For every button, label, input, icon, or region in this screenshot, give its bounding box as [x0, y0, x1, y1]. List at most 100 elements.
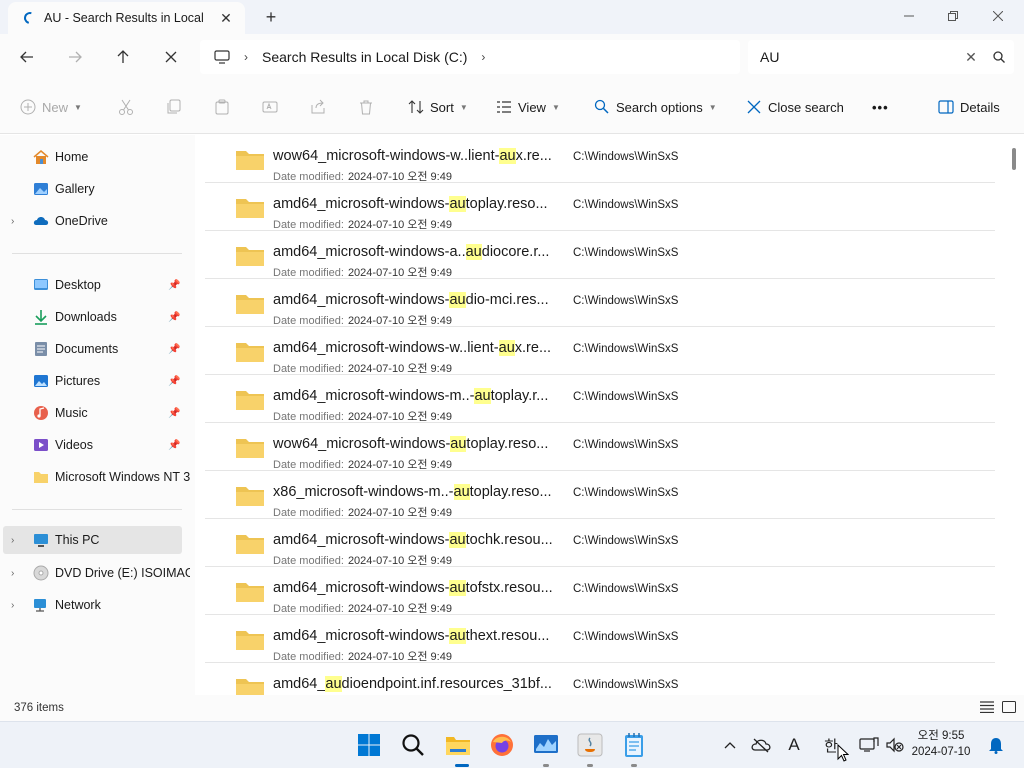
sidebar-item-network[interactable]: › Network — [0, 591, 190, 619]
delete-button[interactable] — [358, 96, 380, 118]
new-button[interactable]: New ▼ — [20, 96, 82, 118]
list-item[interactable]: wow64_microsoft-windows-autoplay.reso...… — [205, 423, 995, 471]
tab-search-results[interactable]: AU - Search Results in Local ✕ — [8, 2, 245, 34]
rename-button[interactable] — [262, 96, 284, 118]
network-status-icon[interactable] — [858, 734, 880, 756]
list-item[interactable]: amd64_microsoft-windows-m..-autoplay.r..… — [205, 375, 995, 423]
pin-icon[interactable]: 📌 — [168, 280, 180, 291]
file-name[interactable]: amd64_microsoft-windows-autochk.resou... — [273, 532, 553, 548]
show-hidden-icons-chevron-icon[interactable] — [722, 734, 738, 756]
file-name[interactable]: wow64_microsoft-windows-autoplay.reso... — [273, 436, 548, 452]
pin-icon[interactable]: 📌 — [168, 312, 180, 323]
date-modified-value: 2024-07-10 오전 9:49 — [347, 363, 452, 375]
start-button[interactable] — [354, 730, 384, 760]
sidebar-item-home[interactable]: Home — [0, 143, 190, 171]
search-input[interactable]: AU ✕ — [748, 40, 1014, 74]
clear-search-icon[interactable]: ✕ — [958, 49, 984, 66]
sidebar-item-this-pc[interactable]: › This PC — [3, 526, 182, 554]
restore-button[interactable] — [930, 0, 976, 32]
sidebar-item-microsoft-windows-nt[interactable]: Microsoft Windows NT 3 — [0, 463, 190, 491]
file-name[interactable]: amd64_microsoft-windows-m..-autoplay.r..… — [273, 388, 548, 404]
folder-icon — [235, 293, 265, 315]
copy-button[interactable] — [166, 96, 188, 118]
minimize-button[interactable] — [886, 0, 932, 32]
file-meta: Date modified: 2024-07-10 오전 9:49 — [273, 504, 452, 520]
folder-icon — [235, 245, 265, 267]
list-item[interactable]: amd64_audioendpoint.inf.resources_31bf..… — [205, 663, 995, 695]
up-button[interactable] — [108, 42, 138, 72]
list-item[interactable]: amd64_microsoft-windows-autoplay.reso...… — [205, 183, 995, 231]
list-item[interactable]: amd64_microsoft-windows-audio-mci.res...… — [205, 279, 995, 327]
forward-button[interactable] — [60, 42, 90, 72]
details-view-icon[interactable] — [980, 701, 996, 715]
list-item[interactable]: amd64_microsoft-windows-a..audiocore.r..… — [205, 231, 995, 279]
system-clock[interactable]: 오전 9:55 2024-07-10 — [906, 728, 976, 760]
share-button[interactable] — [310, 96, 332, 118]
list-item[interactable]: x86_microsoft-windows-m..-autoplay.reso.… — [205, 471, 995, 519]
sidebar-item-documents[interactable]: Documents 📌 — [0, 335, 190, 363]
search-options-button[interactable]: Search options ▼ — [594, 96, 717, 118]
notification-bell-icon[interactable] — [986, 734, 1006, 756]
onedrive-offline-icon[interactable] — [750, 734, 772, 756]
file-name[interactable]: wow64_microsoft-windows-w..lient-aux.re.… — [273, 148, 552, 164]
pin-icon[interactable]: 📌 — [168, 344, 180, 355]
cut-button[interactable] — [118, 96, 140, 118]
taskbar-resource-monitor[interactable] — [531, 730, 561, 760]
stop-button[interactable] — [156, 42, 186, 72]
sidebar-item-pictures[interactable]: Pictures 📌 — [0, 367, 190, 395]
close-search-button[interactable]: Close search — [746, 96, 844, 118]
tiles-view-icon[interactable] — [1002, 701, 1018, 715]
search-icon[interactable] — [984, 51, 1014, 63]
sidebar-item-dvd-drive[interactable]: › DVD Drive (E:) ISOIMAGE — [0, 559, 190, 587]
list-item[interactable]: amd64_microsoft-windows-autofstx.resou..… — [205, 567, 995, 615]
paste-button[interactable] — [214, 96, 236, 118]
chevron-right-icon[interactable]: › — [481, 50, 485, 64]
view-button[interactable]: View ▼ — [496, 96, 560, 118]
close-window-button[interactable] — [975, 0, 1021, 32]
chevron-right-icon[interactable]: › — [244, 50, 248, 64]
file-name[interactable]: amd64_microsoft-windows-autofstx.resou..… — [273, 580, 553, 596]
sidebar-item-videos[interactable]: Videos 📌 — [0, 431, 190, 459]
chevron-right-icon[interactable]: › — [11, 600, 14, 611]
more-options-button[interactable]: ••• — [872, 96, 889, 118]
breadcrumb-location[interactable]: Search Results in Local Disk (C:) — [262, 49, 467, 65]
file-name[interactable]: amd64_microsoft-windows-authext.resou... — [273, 628, 549, 644]
file-name[interactable]: x86_microsoft-windows-m..-autoplay.reso.… — [273, 484, 552, 500]
file-name[interactable]: amd64_microsoft-windows-autoplay.reso... — [273, 196, 548, 212]
sort-button[interactable]: Sort ▼ — [408, 96, 468, 118]
chevron-right-icon[interactable]: › — [11, 216, 14, 227]
taskbar-search-button[interactable] — [398, 730, 428, 760]
sidebar-item-downloads[interactable]: Downloads 📌 — [0, 303, 190, 331]
address-bar[interactable]: › Search Results in Local Disk (C:) › — [200, 40, 740, 74]
taskbar-notepad[interactable] — [619, 730, 649, 760]
list-item[interactable]: wow64_microsoft-windows-w..lient-aux.re.… — [205, 135, 995, 183]
chevron-right-icon[interactable]: › — [11, 568, 14, 579]
taskbar-firefox[interactable] — [487, 730, 517, 760]
list-item[interactable]: amd64_microsoft-windows-autochk.resou...… — [205, 519, 995, 567]
file-name[interactable]: amd64_audioendpoint.inf.resources_31bf..… — [273, 676, 552, 692]
volume-muted-icon[interactable] — [884, 734, 906, 756]
tab-close-button[interactable]: ✕ — [217, 9, 235, 27]
file-name[interactable]: amd64_microsoft-windows-audio-mci.res... — [273, 292, 549, 308]
new-tab-button[interactable]: + — [260, 6, 282, 28]
taskbar-file-explorer[interactable] — [443, 730, 473, 760]
details-button[interactable]: Details — [938, 96, 1000, 118]
list-item[interactable]: amd64_microsoft-windows-authext.resou...… — [205, 615, 995, 663]
scrollbar-thumb[interactable] — [1012, 148, 1016, 170]
sidebar-item-onedrive[interactable]: › OneDrive — [0, 207, 190, 235]
file-name[interactable]: amd64_microsoft-windows-w..lient-aux.re.… — [273, 340, 551, 356]
taskbar-java[interactable] — [575, 730, 605, 760]
sidebar-item-music[interactable]: Music 📌 — [0, 399, 190, 427]
pin-icon[interactable]: 📌 — [168, 408, 180, 419]
restore-icon — [948, 11, 958, 21]
search-query[interactable]: AU — [760, 49, 958, 65]
list-item[interactable]: amd64_microsoft-windows-w..lient-aux.re.… — [205, 327, 995, 375]
back-button[interactable] — [12, 42, 42, 72]
sidebar-item-desktop[interactable]: Desktop 📌 — [0, 271, 190, 299]
ime-mode-indicator[interactable]: A — [784, 734, 804, 756]
chevron-right-icon[interactable]: › — [11, 535, 14, 546]
pin-icon[interactable]: 📌 — [168, 376, 180, 387]
sidebar-item-gallery[interactable]: Gallery — [0, 175, 190, 203]
pin-icon[interactable]: 📌 — [168, 440, 180, 451]
file-name[interactable]: amd64_microsoft-windows-a..audiocore.r..… — [273, 244, 549, 260]
